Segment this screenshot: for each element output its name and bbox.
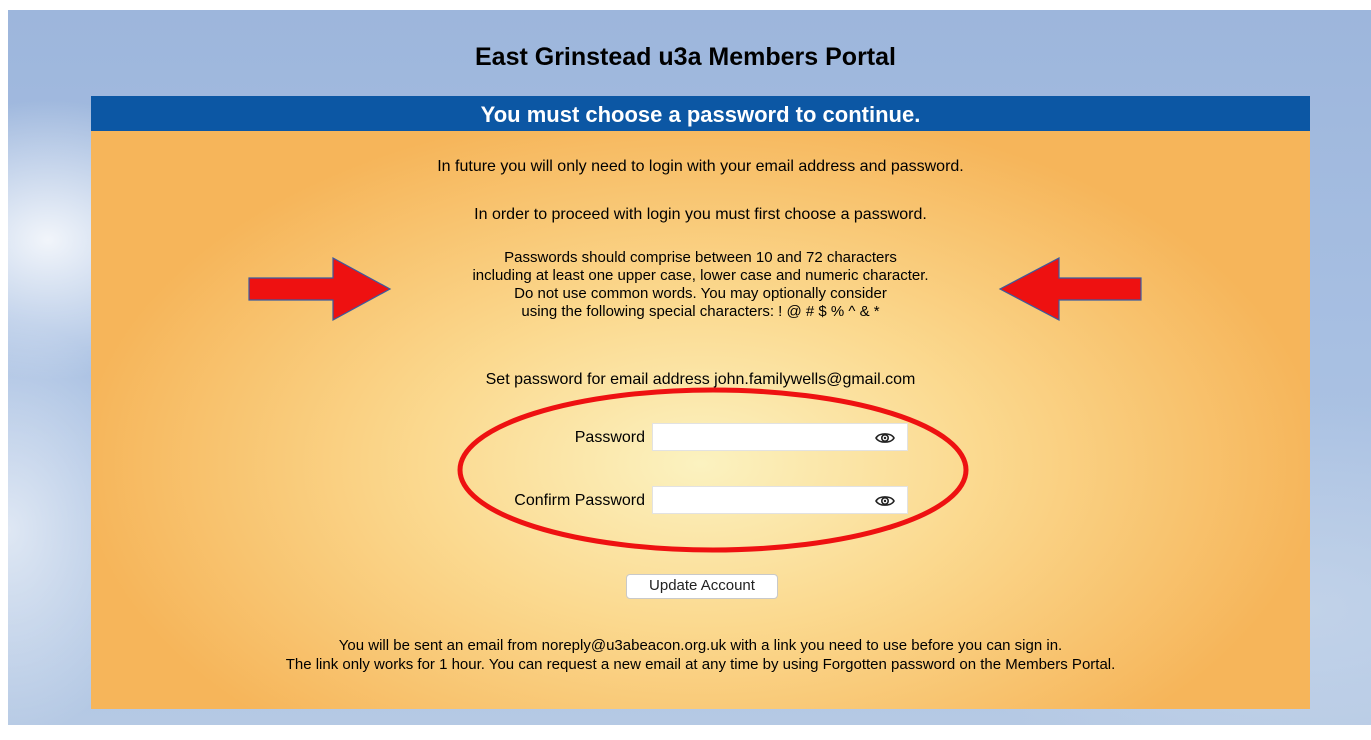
footer-line: The link only works for 1 hour. You can … [285, 656, 1116, 673]
confirm-password-label: Confirm Password [514, 492, 645, 509]
password-row: Password [91, 423, 645, 453]
password-rule-line: Do not use common words. You may optiona… [514, 285, 887, 302]
password-rule-line: Passwords should comprise between 10 and… [504, 249, 897, 266]
eye-icon[interactable] [875, 430, 895, 446]
footer-line: You will be sent an email from noreply@u… [338, 637, 1063, 654]
footer-note: You will be sent an email from noreply@u… [91, 636, 1310, 674]
update-account-button[interactable]: Update Account [626, 574, 778, 599]
password-input[interactable] [652, 423, 908, 451]
info-line-choose-password: In order to proceed with login you must … [474, 206, 927, 223]
info-line-login: In future you will only need to login wi… [437, 158, 964, 175]
password-rule-line: using the following special characters: … [521, 303, 880, 320]
confirm-password-input[interactable] [652, 486, 908, 514]
eye-icon[interactable] [875, 493, 895, 509]
page-title: East Grinstead u3a Members Portal [475, 43, 896, 71]
password-label: Password [574, 429, 645, 446]
password-rules: Passwords should comprise between 10 and… [91, 249, 1310, 321]
password-panel: You must choose a password to continue. … [91, 96, 1310, 709]
email-line: Set password for email address john.fami… [485, 371, 916, 388]
panel-banner: You must choose a password to continue. [91, 96, 1310, 131]
confirm-password-row: Confirm Password [91, 486, 645, 516]
password-rule-line: including at least one upper case, lower… [472, 267, 929, 284]
